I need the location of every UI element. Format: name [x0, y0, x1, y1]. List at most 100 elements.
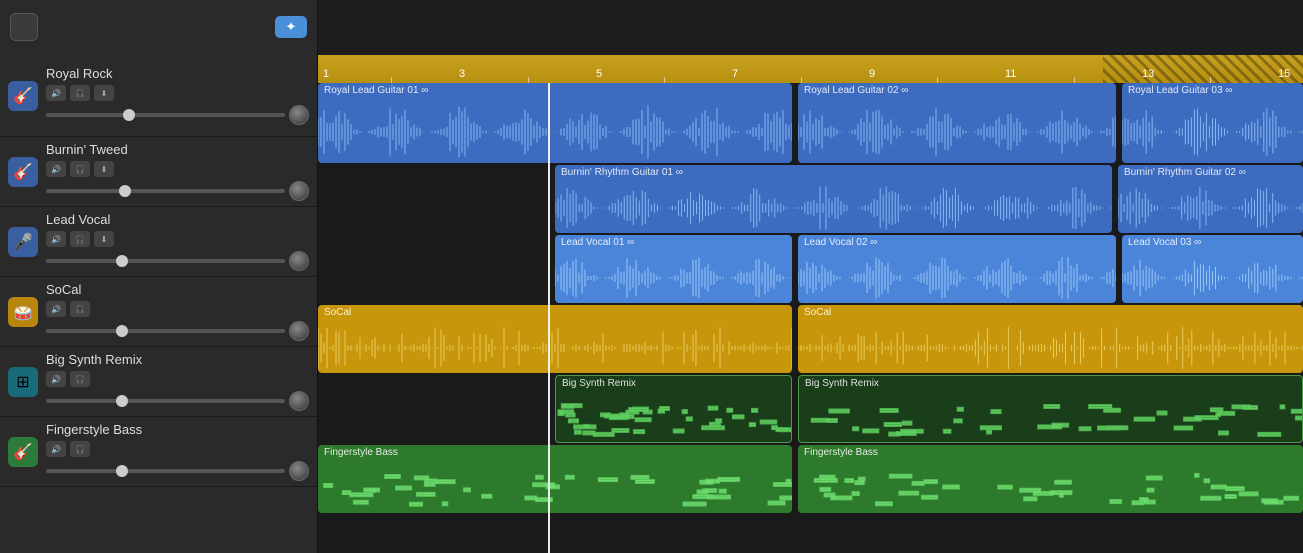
smart-controls-icon: ✦	[286, 19, 297, 35]
track-controls-lead-vocal: Lead Vocal 🔊🎧⬇	[46, 212, 309, 271]
solo-button-lead-vocal[interactable]: 🎧	[70, 231, 90, 247]
segment-2[interactable]: Royal Lead Guitar 03 ∞	[1122, 83, 1303, 163]
smart-controls-button[interactable]: ✦	[275, 16, 307, 38]
track-buttons-lead-vocal: 🔊🎧⬇	[46, 231, 309, 247]
track-slider-row-lead-vocal	[46, 251, 309, 271]
main-content: 🎸Royal Rock🔊🎧⬇🎸Burnin' Tweed🔊🎧⬇🎤Lead Voc…	[0, 55, 1303, 553]
segment-label-7: Lead Vocal 03 ∞	[1128, 237, 1201, 248]
ruler-number: 13	[1142, 68, 1154, 80]
segment-12[interactable]: Fingerstyle Bass	[318, 445, 792, 513]
download-button-royal-rock[interactable]: ⬇	[94, 85, 114, 101]
track-icon-royal-rock: 🎸	[8, 81, 38, 111]
mute-button-burnin-tweed[interactable]: 🔊	[46, 161, 66, 177]
track-buttons-burnin-tweed: 🔊🎧⬇	[46, 161, 309, 177]
segment-label-6: Lead Vocal 02 ∞	[804, 237, 877, 248]
waveform-svg-12	[318, 463, 792, 513]
segment-6[interactable]: Lead Vocal 02 ∞	[798, 235, 1116, 303]
add-track-button[interactable]	[10, 13, 38, 41]
volume-slider-royal-rock[interactable]	[46, 113, 285, 117]
segment-label-13: Fingerstyle Bass	[804, 447, 878, 458]
waveform-svg-9	[798, 323, 1303, 373]
pan-knob-lead-vocal[interactable]	[289, 251, 309, 271]
mute-button-socal[interactable]: 🔊	[46, 301, 66, 317]
track-name-lead-vocal: Lead Vocal	[46, 212, 309, 227]
segment-label-1: Royal Lead Guitar 02 ∞	[804, 85, 908, 96]
track-controls-burnin-tweed: Burnin' Tweed🔊🎧⬇	[46, 142, 309, 201]
segment-label-8: SoCal	[324, 307, 351, 318]
track-item-fingerstyle-bass[interactable]: 🎸 Fingerstyle Bass 🔊🎧	[0, 417, 317, 487]
waveform-svg-13	[798, 463, 1303, 513]
mute-button-royal-rock[interactable]: 🔊	[46, 85, 66, 101]
timeline-area[interactable]: 13579111315 Royal Lead Guitar 01 ∞Royal …	[318, 55, 1303, 553]
track-list-header: ✦	[0, 0, 318, 55]
track-buttons-fingerstyle-bass: 🔊🎧	[46, 441, 309, 457]
pan-knob-royal-rock[interactable]	[289, 105, 309, 125]
segment-9[interactable]: SoCal	[798, 305, 1303, 373]
mute-button-lead-vocal[interactable]: 🔊	[46, 231, 66, 247]
solo-button-burnin-tweed[interactable]: 🎧	[70, 161, 90, 177]
segment-7[interactable]: Lead Vocal 03 ∞	[1122, 235, 1303, 303]
track-item-socal[interactable]: 🥁SoCal🔊🎧	[0, 277, 317, 347]
ruler-number: 9	[869, 68, 875, 80]
waveform-svg-2	[1122, 101, 1303, 163]
track-name-big-synth-remix: Big Synth Remix	[46, 352, 309, 367]
volume-thumb-big-synth-remix[interactable]	[116, 395, 128, 407]
volume-slider-big-synth-remix[interactable]	[46, 399, 285, 403]
track-icon-burnin-tweed: 🎸	[8, 157, 38, 187]
ruler-number: 15	[1278, 68, 1290, 80]
header-bar: ✦	[0, 0, 1303, 55]
track-item-lead-vocal[interactable]: 🎤 Lead Vocal 🔊🎧⬇	[0, 207, 317, 277]
segment-11[interactable]: Big Synth Remix	[798, 375, 1303, 443]
track-item-burnin-tweed[interactable]: 🎸 Burnin' Tweed🔊🎧⬇	[0, 137, 317, 207]
track-buttons-big-synth-remix: 🔊🎧	[46, 371, 309, 387]
ruler-hatch-pattern	[1103, 55, 1303, 83]
track-item-big-synth-remix[interactable]: ⊞ Big Synth Remix 🔊🎧	[0, 347, 317, 417]
segment-5[interactable]: Lead Vocal 01 ∞	[555, 235, 792, 303]
pan-knob-burnin-tweed[interactable]	[289, 181, 309, 201]
segment-8[interactable]: SoCal	[318, 305, 792, 373]
solo-button-socal[interactable]: 🎧	[70, 301, 90, 317]
mute-button-fingerstyle-bass[interactable]: 🔊	[46, 441, 66, 457]
pan-knob-socal[interactable]	[289, 321, 309, 341]
download-button-burnin-tweed[interactable]: ⬇	[94, 161, 114, 177]
volume-thumb-socal[interactable]	[116, 325, 128, 337]
timeline-ruler-strip: 13579111315	[318, 55, 1303, 83]
track-icon-fingerstyle-bass: 🎸	[8, 437, 38, 467]
track-name-royal-rock: Royal Rock	[46, 66, 309, 81]
volume-slider-fingerstyle-bass[interactable]	[46, 469, 285, 473]
waveform-svg-5	[555, 253, 792, 303]
volume-slider-burnin-tweed[interactable]	[46, 189, 285, 193]
track-slider-row-burnin-tweed	[46, 181, 309, 201]
ruler-number: 7	[732, 68, 738, 80]
pan-knob-fingerstyle-bass[interactable]	[289, 461, 309, 481]
download-button-lead-vocal[interactable]: ⬇	[94, 231, 114, 247]
pan-knob-big-synth-remix[interactable]	[289, 391, 309, 411]
volume-thumb-lead-vocal[interactable]	[116, 255, 128, 267]
waveform-svg-6	[798, 253, 1116, 303]
track-name-fingerstyle-bass: Fingerstyle Bass	[46, 422, 309, 437]
track-icon-lead-vocal: 🎤	[8, 227, 38, 257]
segment-label-10: Big Synth Remix	[562, 378, 636, 389]
mute-button-big-synth-remix[interactable]: 🔊	[46, 371, 66, 387]
volume-thumb-fingerstyle-bass[interactable]	[116, 465, 128, 477]
solo-button-royal-rock[interactable]: 🎧	[70, 85, 90, 101]
segment-1[interactable]: Royal Lead Guitar 02 ∞	[798, 83, 1116, 163]
track-slider-row-royal-rock	[46, 105, 309, 125]
track-list: 🎸Royal Rock🔊🎧⬇🎸Burnin' Tweed🔊🎧⬇🎤Lead Voc…	[0, 55, 318, 553]
solo-button-fingerstyle-bass[interactable]: 🎧	[70, 441, 90, 457]
volume-thumb-burnin-tweed[interactable]	[119, 185, 131, 197]
segment-4[interactable]: Burnin' Rhythm Guitar 02 ∞	[1118, 165, 1303, 233]
track-buttons-royal-rock: 🔊🎧⬇	[46, 85, 309, 101]
volume-slider-socal[interactable]	[46, 329, 285, 333]
solo-button-big-synth-remix[interactable]: 🎧	[70, 371, 90, 387]
segment-10[interactable]: Big Synth Remix	[555, 375, 792, 443]
segment-13[interactable]: Fingerstyle Bass	[798, 445, 1303, 513]
volume-thumb-royal-rock[interactable]	[123, 109, 135, 121]
volume-slider-lead-vocal[interactable]	[46, 259, 285, 263]
track-icon-big-synth-remix: ⊞	[8, 367, 38, 397]
track-item-royal-rock[interactable]: 🎸 Royal Rock 🔊🎧⬇	[0, 55, 317, 137]
track-name-socal: SoCal	[46, 282, 309, 297]
track-controls-royal-rock: Royal Rock 🔊🎧⬇	[46, 66, 309, 125]
segment-3[interactable]: Burnin' Rhythm Guitar 01 ∞	[555, 165, 1112, 233]
segment-0[interactable]: Royal Lead Guitar 01 ∞	[318, 83, 792, 163]
